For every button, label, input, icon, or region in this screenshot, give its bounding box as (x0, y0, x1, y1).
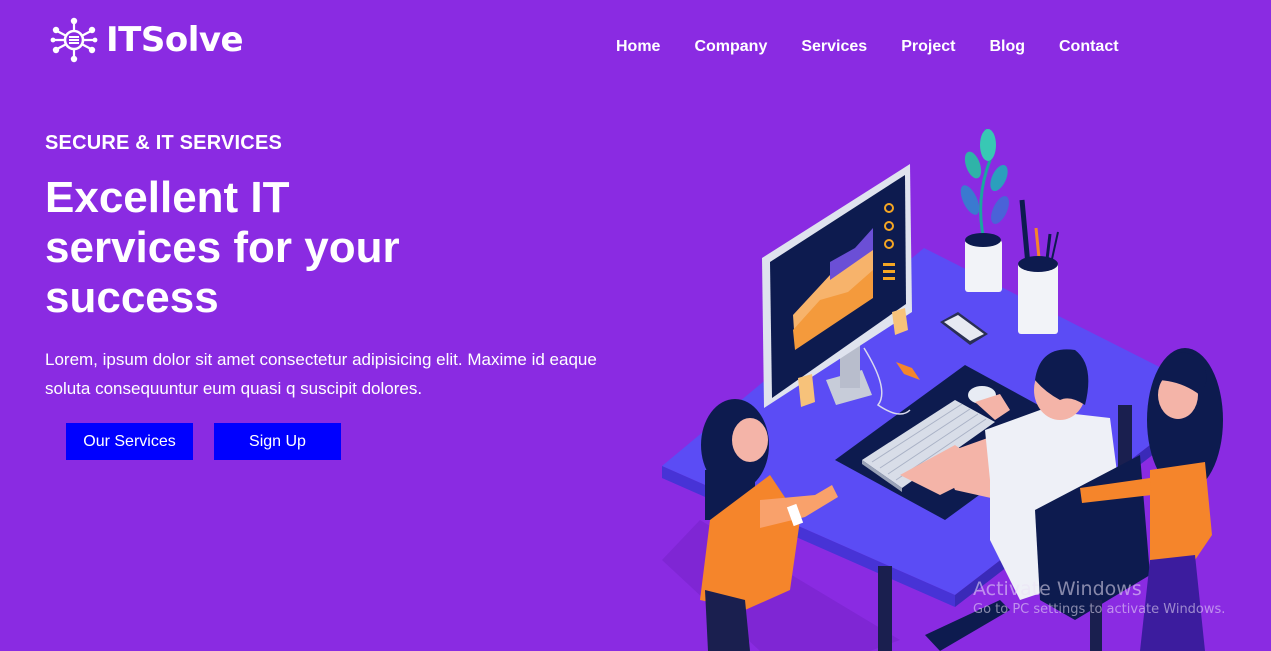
nav-company[interactable]: Company (694, 38, 767, 56)
hero-actions: Our Services Sign Up (66, 423, 645, 460)
network-hub-icon (50, 17, 98, 63)
main-nav: Home Company Services Project Blog Conta… (616, 38, 1153, 56)
plant-pot (965, 240, 1002, 292)
brand-name: ITSolve (106, 20, 244, 60)
watermark-title: Activate Windows (973, 578, 1142, 600)
our-services-button[interactable]: Our Services (66, 423, 193, 460)
hero-section: SECURE & IT SERVICES Excellent IT servic… (45, 132, 645, 460)
hero-eyebrow: SECURE & IT SERVICES (45, 132, 283, 154)
nav-blog[interactable]: Blog (989, 38, 1025, 56)
nav-home[interactable]: Home (616, 38, 660, 56)
activation-watermark: Activate Windows Go to PC settings to ac… (973, 578, 1225, 617)
hero-headline: Excellent IT services for your success (45, 173, 400, 322)
nav-project[interactable]: Project (901, 38, 955, 56)
sign-up-button[interactable]: Sign Up (214, 423, 341, 460)
nav-contact[interactable]: Contact (1059, 38, 1119, 56)
watermark-subtitle: Go to PC settings to activate Windows. (973, 602, 1226, 617)
pencil-cup (1018, 262, 1058, 334)
nav-services[interactable]: Services (801, 38, 867, 56)
hero-description: Lorem, ipsum dolor sit amet consectetur … (45, 350, 597, 398)
site-logo[interactable]: ITSolve (50, 16, 244, 64)
office-illustration (662, 128, 1223, 651)
